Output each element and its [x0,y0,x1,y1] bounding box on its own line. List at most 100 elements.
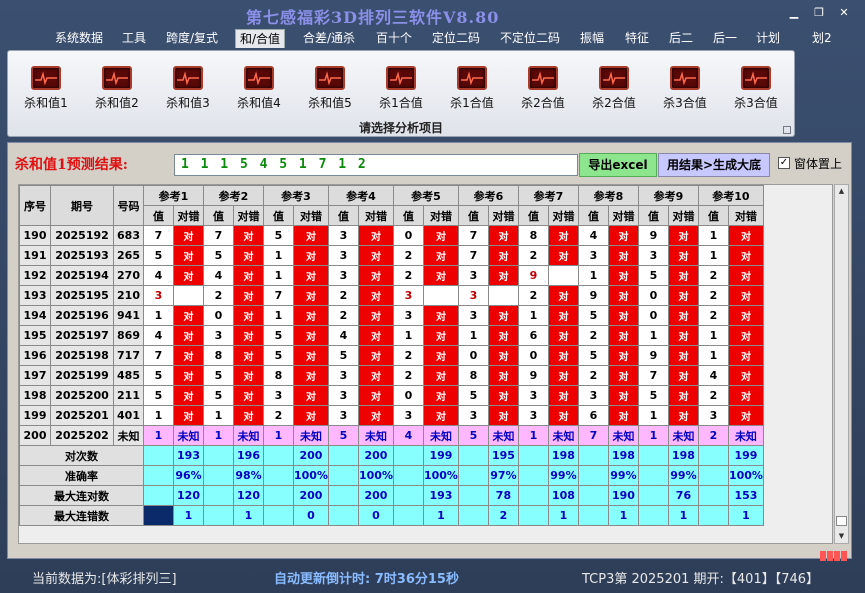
ontop-label: 窗体置上 [794,157,843,171]
menu-amplitude[interactable]: 振幅 [576,29,608,48]
ribbon-button[interactable]: 杀和值2 [85,66,149,116]
cell-number: 未知 [113,425,144,446]
status-info: TCP3第 2025201 期开:【401】【746】 [582,572,820,587]
table-row[interactable]: 197 2025199 485 5 对 5 对 8 对 3 对 2 对 8 对 9 对 2 对 7 对 4 对 [19,365,764,386]
cell-correct: 对 [173,325,204,346]
ribbon-button[interactable]: 杀1合值 [369,66,433,116]
stats-value: 199 [422,445,459,466]
close-icon[interactable]: ✕ [837,7,851,19]
menu-sum[interactable]: 和/合值 [235,29,286,48]
table-row[interactable]: 193 2025195 210 3 2 对 7 对 2 对 3 3 2 对 9 对 0 对 2 对 [19,285,764,306]
table-row[interactable]: 192 2025194 270 4 对 4 对 1 对 3 对 2 对 3 对 9 1 对 5 对 2 对 [19,265,764,286]
cell-seq: 197 [19,365,51,386]
stats-row: 准确率 96% 98% 100% 100% 100% 97% 99% 99% 99% 100% [19,465,764,486]
cell-value: 7 [263,285,294,306]
cell-correct: 对 [547,325,579,346]
menu-digits[interactable]: 百十个 [372,29,416,48]
table-row[interactable]: 199 2025201 401 1 对 1 对 2 对 3 对 3 对 3 对 3 对 6 对 1 对 3 对 [19,405,764,426]
scroll-down-icon[interactable]: ▼ [836,531,847,541]
minimize-icon[interactable]: ▁ [787,7,801,19]
status-countdown: 自动更新倒计时: 7时36分15秒 [274,572,459,587]
stats-spacer [327,505,359,526]
predict-row[interactable]: 200 2025202 未知 1 未知 1 未知 1 未知 5 未知 4 未知 5 未知 1 未知 7 未知 1 未知 2… [19,425,764,446]
cell-seq: 191 [19,245,51,266]
cell-value: 2 [697,285,729,306]
cell-correct: 对 [667,325,699,346]
menu-system-data[interactable]: 系统数据 [51,29,107,48]
menu-plan[interactable]: 计划 [752,29,784,48]
ribbon-button[interactable]: 杀1合值 [440,66,504,116]
ribbon-button[interactable]: 杀2合值 [582,66,646,116]
ribbon-button[interactable]: 杀3合值 [653,66,717,116]
cell-value: 1 [697,245,729,266]
header-judge: 对错 [487,205,519,226]
cell-correct: 对 [607,385,639,406]
menu-fixed-two[interactable]: 定位二码 [428,29,484,48]
generate-button[interactable]: 用结果>生成大底 [658,153,770,177]
menu-tools[interactable]: 工具 [118,29,150,48]
cell-correct: 对 [487,225,519,246]
table-row[interactable]: 196 2025198 717 7 对 8 对 5 对 5 对 2 对 0 对 0 对 5 对 9 对 1 对 [19,345,764,366]
scroll-thumb[interactable] [836,516,847,526]
cell-value: 2 [577,325,609,346]
cell-correct: 对 [487,405,519,426]
menu-diff[interactable]: 合差/通杀 [299,29,359,48]
menu-span[interactable]: 跨度/复式 [162,29,222,48]
cell-correct: 对 [233,365,264,386]
selected-cell[interactable] [143,505,174,526]
export-excel-button[interactable]: 导出excel [579,153,657,177]
ribbon-button[interactable]: 杀和值4 [227,66,291,116]
cell-value: 3 [637,245,669,266]
ribbon-button[interactable]: 杀和值3 [156,66,220,116]
header-judge: 对错 [547,205,579,226]
cell-period: 2025196 [50,305,114,326]
vertical-scrollbar[interactable]: ▲ ▼ [834,184,849,544]
cell-correct: 对 [422,365,459,386]
cell-correct: 对 [422,345,459,366]
ribbon-button[interactable]: 杀2合值 [511,66,575,116]
result-field[interactable]: 1 1 1 5 4 5 1 7 1 2 [174,154,578,176]
stats-value: 1 [667,505,699,526]
predict-status: 未知 [727,425,764,446]
stats-spacer [577,505,609,526]
cell-seq: 190 [19,225,51,246]
table-row[interactable]: 194 2025196 941 1 对 0 对 1 对 2 对 3 对 3 对 1 对 5 对 0 对 2 对 [19,305,764,326]
menu-last-one[interactable]: 后一 [709,29,741,48]
menu-last-two[interactable]: 后二 [665,29,697,48]
menu-unfixed-two[interactable]: 不定位二码 [496,29,564,48]
menu-feature[interactable]: 特征 [621,29,653,48]
restore-icon[interactable]: ❐ [812,7,826,19]
header-val: 值 [392,205,424,226]
cell-value: 3 [392,405,424,426]
cell-correct: 对 [357,385,394,406]
ribbon-button[interactable]: 杀和值5 [298,66,362,116]
cell-value: 3 [577,385,609,406]
ribbon-button[interactable]: 杀和值1 [14,66,78,116]
cell-correct: 对 [667,305,699,326]
ontop-checkbox[interactable]: ✓ [778,157,790,169]
cell-value: 1 [697,345,729,366]
ribbon-button[interactable]: 杀3合值 [724,66,788,116]
predict-value: 5 [457,425,489,446]
header-period: 期号 [50,185,114,226]
cell-value: 3 [327,265,359,286]
cell-value: 8 [457,365,489,386]
stats-spacer [203,445,234,466]
cell-correct: 对 [173,365,204,386]
cell-correct: 对 [667,245,699,266]
table-row[interactable]: 198 2025200 211 5 对 5 对 3 对 3 对 0 对 5 对 3 对 3 对 5 对 2 对 [19,385,764,406]
table-row[interactable]: 190 2025192 683 7 对 7 对 5 对 3 对 0 对 7 对 8 对 4 对 9 对 1 对 [19,225,764,246]
cell-wrong [547,265,579,286]
header-judge: 对错 [607,205,639,226]
stats-value: 1 [233,505,264,526]
expand-icon[interactable] [783,126,791,134]
stats-spacer [327,445,359,466]
table-row[interactable]: 195 2025197 869 4 对 3 对 5 对 4 对 1 对 1 对 6 对 2 对 1 对 1 对 [19,325,764,346]
cell-value: 1 [637,405,669,426]
scroll-up-icon[interactable]: ▲ [836,186,847,196]
menu-plan2[interactable]: 划2 [808,29,836,48]
cell-value: 6 [517,325,549,346]
stats-value: 196 [233,445,264,466]
table-row[interactable]: 191 2025193 265 5 对 5 对 1 对 3 对 2 对 7 对 2 对 3 对 3 对 1 对 [19,245,764,266]
cell-seq: 193 [19,285,51,306]
